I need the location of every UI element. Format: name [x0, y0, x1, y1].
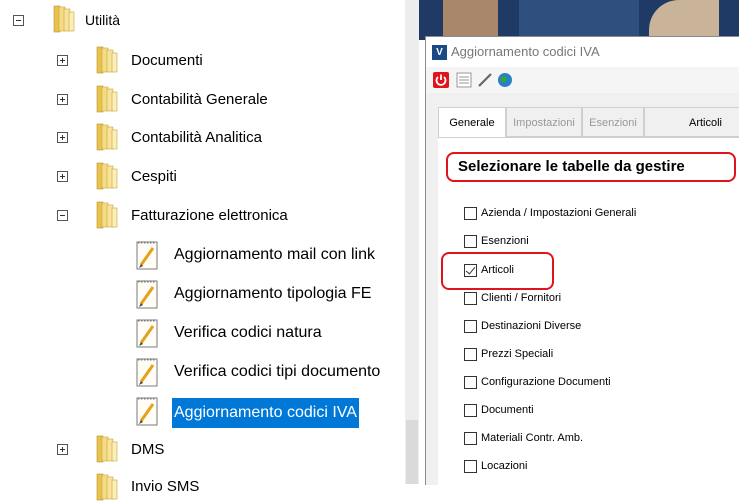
- checkbox-label: Configurazione Documenti: [481, 376, 611, 388]
- dialog-tabs: Generale Impostazioni Esenzioni Articoli: [438, 107, 739, 139]
- tree-item-aggiornamento-codici-iva[interactable]: Aggiornamento codici IVA: [172, 398, 359, 428]
- dialog-title: Aggiornamento codici IVA: [451, 44, 600, 59]
- folder-icon: [93, 122, 119, 152]
- dialog-toolbar: [426, 67, 739, 93]
- checkbox-label: Esenzioni: [481, 235, 529, 247]
- document-icon: [134, 278, 160, 310]
- tab-panel-generale: Selezionare le tabelle da gestire Aziend…: [438, 137, 739, 486]
- tree-item-contabilita-generale[interactable]: Contabilità Generale: [131, 89, 268, 111]
- checkbox-configurazione-documenti[interactable]: Configurazione Documenti: [464, 373, 611, 391]
- list-icon[interactable]: [455, 71, 473, 89]
- app-icon: V: [432, 45, 447, 60]
- tab-impostazioni[interactable]: Impostazioni: [506, 107, 582, 137]
- checkbox-box[interactable]: [464, 291, 477, 305]
- tree-root-label[interactable]: Utilità: [85, 9, 120, 31]
- section-heading: Selezionare le tabelle da gestire: [446, 152, 736, 182]
- document-icon: [134, 317, 160, 349]
- checkbox-clienti-fornitori[interactable]: Clienti / Fornitori: [464, 289, 561, 307]
- folder-icon: [93, 434, 119, 464]
- checkbox-box[interactable]: [464, 234, 477, 248]
- highlight-annotation: [441, 252, 554, 290]
- expand-icon[interactable]: [57, 132, 68, 143]
- checkbox-esenzioni[interactable]: Esenzioni: [464, 232, 529, 250]
- folder-icon: [93, 472, 119, 502]
- checkbox-label: Azienda / Impostazioni Generali: [481, 207, 637, 219]
- expand-icon[interactable]: [57, 444, 68, 455]
- dialog-window: V Aggiornamento codici IVA Generale Impo…: [425, 36, 739, 486]
- checkbox-box[interactable]: [464, 403, 477, 417]
- checkbox-box[interactable]: [464, 431, 477, 445]
- scrollbar-thumb[interactable]: [406, 420, 418, 484]
- checkbox-box[interactable]: [464, 206, 477, 220]
- checkbox-materiali[interactable]: Materiali Contr. Amb.: [464, 429, 583, 447]
- checkbox-azienda[interactable]: Azienda / Impostazioni Generali: [464, 204, 636, 222]
- checkbox-label: Prezzi Speciali: [481, 348, 554, 360]
- checkbox-label: Destinazioni Diverse: [481, 320, 582, 332]
- checkbox-label: Clienti / Fornitori: [481, 292, 562, 304]
- collapse-icon[interactable]: [57, 210, 68, 221]
- expand-icon[interactable]: [57, 171, 68, 182]
- tree-item-verifica-natura[interactable]: Verifica codici natura: [174, 322, 322, 344]
- folder-icon: [93, 84, 119, 114]
- tab-generale[interactable]: Generale: [438, 107, 506, 139]
- tree-item-documenti[interactable]: Documenti: [131, 50, 203, 72]
- tab-esenzioni[interactable]: Esenzioni: [582, 107, 644, 137]
- checkbox-locazioni[interactable]: Locazioni: [464, 457, 527, 475]
- checkbox-label: Documenti: [481, 404, 534, 416]
- tree-item-verifica-tipi-documento[interactable]: Verifica codici tipi documento: [174, 361, 380, 383]
- document-icon: [134, 395, 160, 427]
- checkbox-box[interactable]: [464, 347, 477, 361]
- globe-icon[interactable]: [496, 71, 514, 89]
- tree-item-aggiornamento-mail[interactable]: Aggiornamento mail con link: [174, 244, 375, 266]
- expand-icon[interactable]: [57, 94, 68, 105]
- tree-item-aggiornamento-tipologia[interactable]: Aggiornamento tipologia FE: [174, 283, 371, 305]
- folder-icon: [93, 45, 119, 75]
- tree-item-cespiti[interactable]: Cespiti: [131, 166, 177, 188]
- power-icon[interactable]: [432, 71, 450, 89]
- document-icon: [134, 356, 160, 388]
- checkbox-box[interactable]: [464, 375, 477, 389]
- checkbox-box[interactable]: [464, 319, 477, 333]
- dialog-titlebar: V Aggiornamento codici IVA: [426, 37, 739, 67]
- background-image: [419, 0, 739, 40]
- checkbox-box[interactable]: [464, 459, 477, 473]
- tree-item-dms[interactable]: DMS: [131, 439, 164, 461]
- navigation-tree: Utilità Documenti Contabilità Generale C…: [0, 0, 405, 484]
- document-icon: [134, 239, 160, 271]
- tree-item-fatturazione-elettronica[interactable]: Fatturazione elettronica: [131, 205, 288, 227]
- checkbox-destinazioni[interactable]: Destinazioni Diverse: [464, 317, 581, 335]
- tab-articoli[interactable]: Articoli: [644, 107, 739, 137]
- tree-item-contabilita-analitica[interactable]: Contabilità Analitica: [131, 127, 262, 149]
- checkbox-documenti[interactable]: Documenti: [464, 401, 534, 419]
- edit-pencil-icon[interactable]: [476, 71, 494, 89]
- collapse-icon[interactable]: [13, 15, 24, 26]
- folder-icon: [50, 4, 76, 34]
- checkbox-prezzi-speciali[interactable]: Prezzi Speciali: [464, 345, 553, 363]
- expand-icon[interactable]: [57, 55, 68, 66]
- checkbox-label: Materiali Contr. Amb.: [481, 432, 584, 444]
- tree-scrollbar[interactable]: [405, 0, 419, 484]
- checkbox-label: Locazioni: [481, 460, 528, 472]
- tree-item-invio-sms[interactable]: Invio SMS: [131, 476, 199, 498]
- folder-icon: [93, 200, 119, 230]
- folder-icon: [93, 161, 119, 191]
